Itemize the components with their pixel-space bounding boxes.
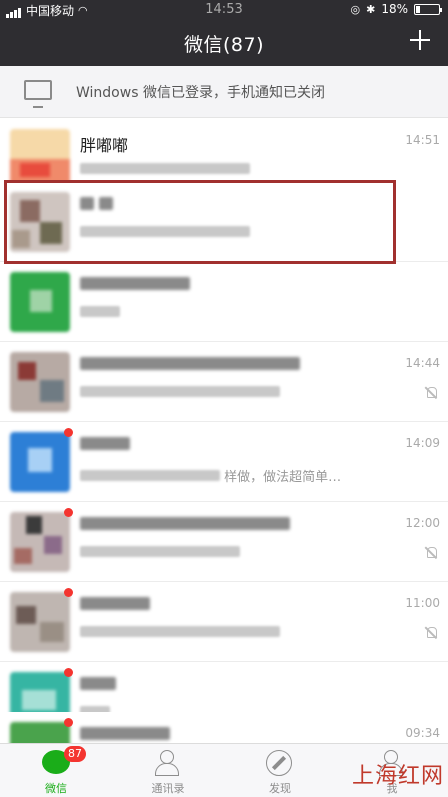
chat-preview	[80, 306, 120, 321]
chat-name	[80, 675, 116, 694]
plus-icon[interactable]	[410, 30, 430, 50]
chat-name: 胖嘟嘟	[80, 136, 129, 155]
avatar	[10, 352, 70, 412]
chat-name	[80, 595, 150, 614]
tab-chats[interactable]: 87 微信	[0, 744, 112, 797]
battery-icon	[414, 3, 442, 15]
contacts-icon	[154, 750, 182, 776]
unread-dot	[64, 428, 73, 437]
mute-bell-icon	[424, 546, 438, 560]
tab-label: 微信	[45, 782, 67, 795]
monitor-icon	[24, 80, 52, 108]
tab-label: 发现	[269, 782, 291, 795]
chat-time: 11:00	[405, 596, 440, 610]
chat-time: 09:34	[405, 726, 440, 740]
chat-name	[80, 355, 300, 374]
unread-dot	[64, 508, 73, 517]
tab-discover[interactable]: 发现	[224, 744, 336, 797]
top-bar: 中国移动 ◠ 14:53 ◎ ✱ 18% 微信(87)	[0, 0, 448, 66]
tab-label: 通讯录	[151, 782, 185, 795]
compass-icon	[266, 750, 292, 776]
avatar	[10, 512, 70, 572]
lock-rotation-icon: ◎	[350, 2, 361, 16]
chat-time: 14:09	[405, 436, 440, 450]
page-title: 微信(87)	[183, 34, 264, 56]
desktop-login-banner[interactable]: Windows 微信已登录，手机通知已关闭	[0, 66, 448, 118]
chat-name	[80, 725, 170, 744]
chat-preview	[80, 386, 280, 401]
avatar	[10, 272, 70, 332]
chat-name	[80, 435, 130, 454]
watermark: 上海红网	[351, 764, 444, 789]
unread-dot	[64, 588, 73, 597]
chat-row[interactable]: 11:00	[0, 582, 448, 662]
banner-text: Windows 微信已登录，手机通知已关闭	[76, 85, 325, 101]
chat-name	[80, 515, 290, 534]
unread-dot	[64, 718, 73, 727]
mute-bell-icon	[424, 626, 438, 640]
unread-badge: 87	[64, 746, 86, 762]
chat-row[interactable]: 12:00	[0, 502, 448, 582]
status-bar: 中国移动 ◠ 14:53 ◎ ✱ 18%	[0, 0, 448, 18]
chat-time: 14:51	[405, 133, 440, 147]
mute-bell-icon	[424, 386, 438, 400]
chat-row[interactable]: 样做，做法超简单… 14:09	[0, 422, 448, 502]
chat-preview	[80, 546, 240, 561]
chat-preview: 样做，做法超简单…	[80, 466, 341, 485]
chat-time: 14:44	[405, 356, 440, 370]
tab-contacts[interactable]: 通讯录	[112, 744, 224, 797]
chat-time: 12:00	[405, 516, 440, 530]
highlight-box	[4, 180, 396, 264]
chat-preview	[80, 626, 280, 641]
chat-row[interactable]	[0, 262, 448, 342]
chat-name	[80, 275, 190, 294]
unread-dot	[64, 668, 73, 677]
battery-percent: 18%	[381, 2, 408, 16]
chat-row[interactable]: 14:44	[0, 342, 448, 422]
avatar	[10, 432, 70, 492]
bluetooth-icon: ✱	[366, 2, 376, 16]
chat-preview	[80, 163, 250, 178]
avatar	[10, 592, 70, 652]
